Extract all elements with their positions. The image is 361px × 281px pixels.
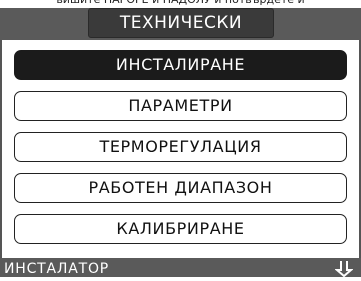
- menu-title: ТЕХНИЧЕСКИ: [88, 8, 274, 38]
- menu-item-working-range[interactable]: РАБОТЕН ДИАПАЗОН: [14, 173, 347, 203]
- menu-item-calibration[interactable]: КАЛИБРИРАНЕ: [14, 214, 347, 244]
- menu-item-parameters[interactable]: ПАРАМЕТРИ: [14, 91, 347, 121]
- return-arrow-icon[interactable]: [334, 260, 354, 278]
- footer-label: ИНСТАЛАТОР: [4, 261, 110, 277]
- footer-bar: ИНСТАЛАТОР: [0, 258, 361, 278]
- menu-item-installation[interactable]: ИНСТАЛИРАНЕ: [14, 50, 347, 80]
- menu-item-thermoregulation[interactable]: ТЕРМОРЕГУЛАЦИЯ: [14, 132, 347, 162]
